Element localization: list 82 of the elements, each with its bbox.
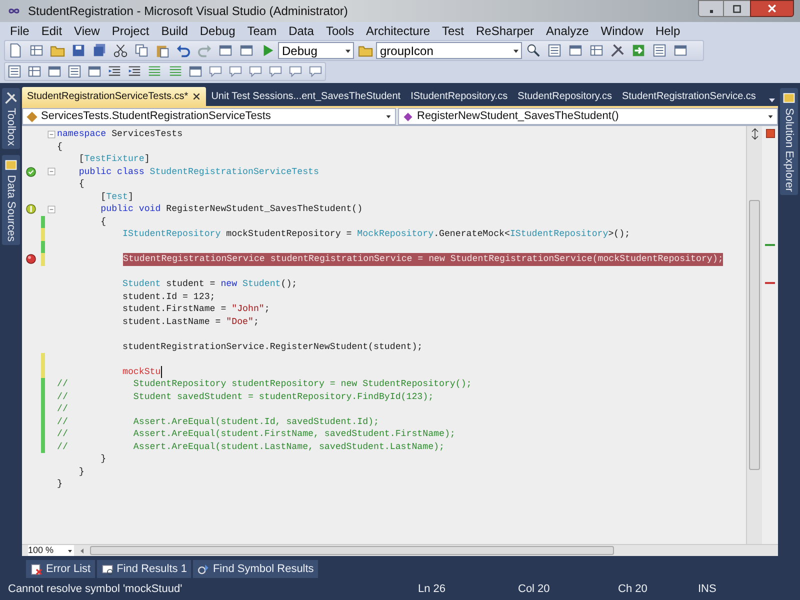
tool-window-tab[interactable]: Find Results 1 xyxy=(96,560,191,578)
scrollbar-thumb[interactable] xyxy=(90,546,614,555)
code-line: public void RegisterNewStudent_SavesTheStudent() xyxy=(100,203,363,216)
find-dropdown[interactable]: groupIcon xyxy=(376,42,522,59)
menu-item[interactable]: Build xyxy=(155,23,194,39)
menu-item[interactable]: File xyxy=(4,23,36,39)
code-line: { xyxy=(100,216,106,228)
menu-item[interactable]: Help xyxy=(649,23,686,39)
document-tab[interactable]: IStudentRepository.cs xyxy=(406,87,513,106)
error-marker xyxy=(765,282,775,284)
code-line: } xyxy=(100,453,106,466)
collapse-icon[interactable] xyxy=(47,167,56,176)
code-line: student.LastName = "Doe"; xyxy=(121,316,259,328)
scrollbar-thumb[interactable] xyxy=(749,200,760,470)
code-line: // Student savedStudent = studentRepository.FindById(123); xyxy=(57,390,434,403)
menu-item[interactable]: Architecture xyxy=(360,23,436,39)
close-icon xyxy=(192,92,202,101)
side-panel-tab[interactable]: Toolbox xyxy=(2,88,20,149)
code-line: student.FirstName = "John"; xyxy=(121,303,270,316)
menu-item[interactable]: Data xyxy=(282,23,320,39)
code-line: // xyxy=(57,403,68,416)
menu-item[interactable]: Tools xyxy=(320,23,360,39)
column-number: Col 20 xyxy=(518,582,551,597)
line-number: Ln 26 xyxy=(418,582,447,597)
code-line: [TestFixture] xyxy=(78,153,150,166)
side-panel-tab[interactable]: Solution Explorer xyxy=(780,88,798,195)
menu-item[interactable]: Window xyxy=(594,23,650,39)
tool-window-tab[interactable]: Find Symbol Results xyxy=(192,560,318,578)
document-tab[interactable]: StudentRegistrationService.cs xyxy=(616,87,761,106)
tool-window-tab[interactable]: Error List xyxy=(26,560,95,578)
code-line: } xyxy=(57,478,62,490)
error-list-icon xyxy=(30,562,43,576)
configuration-dropdown[interactable]: Debug xyxy=(278,42,354,59)
character-number: Ch 20 xyxy=(618,582,648,597)
menu-item[interactable]: Project xyxy=(106,23,156,39)
document-tab[interactable]: StudentRepository.cs xyxy=(512,87,617,106)
navigation-dropdown[interactable]: ServicesTests.StudentRegistrationServiceTests xyxy=(22,108,396,125)
minimize-button[interactable] xyxy=(698,0,724,17)
warning-marker xyxy=(765,244,775,246)
code-line: { xyxy=(78,178,84,190)
code-line: // Assert.AreEqual(student.FirstName, savedStudent.FirstName); xyxy=(57,428,456,440)
close-button[interactable] xyxy=(750,0,794,17)
code-line: public class StudentRegistrationServiceTests xyxy=(78,166,319,178)
code-line: namespace ServicesTests xyxy=(57,128,183,140)
code-line: Student student = new Student(); xyxy=(121,278,298,290)
zoom-dropdown[interactable]: 100 % xyxy=(28,545,74,556)
code-line: } xyxy=(78,466,84,478)
menu-item[interactable]: Edit xyxy=(35,23,68,39)
menu-item[interactable]: Team xyxy=(241,23,283,39)
vertical-scrollbar[interactable] xyxy=(746,126,762,544)
maximize-button[interactable] xyxy=(724,0,750,17)
collapse-icon[interactable] xyxy=(47,204,56,214)
method-icon xyxy=(402,110,414,122)
collapse-icon[interactable] xyxy=(47,130,56,139)
maximize-icon xyxy=(732,4,742,12)
error-status-icon xyxy=(764,128,776,139)
class-icon xyxy=(26,110,38,122)
menu-item[interactable]: Test xyxy=(436,23,470,39)
menu-item[interactable]: Analyze xyxy=(540,23,595,39)
code-line: [Test] xyxy=(100,190,134,203)
code-line: mockStu xyxy=(57,366,162,378)
menu-item[interactable]: Debug xyxy=(194,23,242,39)
scroll-left-icon[interactable] xyxy=(78,546,86,554)
document-tab[interactable]: StudentRegistrationServiceTests.cs* xyxy=(22,87,206,106)
side-panel-tab[interactable]: Data Sources xyxy=(2,154,20,245)
close-icon xyxy=(767,4,777,13)
code-line: // StudentRepository studentRepository = new StudentRepository(); xyxy=(57,378,472,390)
code-line: { xyxy=(57,140,62,153)
find-results-icon xyxy=(100,562,114,576)
menu-item[interactable]: View xyxy=(68,23,106,39)
window-title: StudentRegistration - Microsoft Visual Studio (Administrator) xyxy=(28,3,349,20)
find-symbol-icon xyxy=(196,562,210,576)
document-tab[interactable]: Unit Test Sessions...ent_SavesTheStudent xyxy=(206,87,406,106)
code-line: // Assert.AreEqual(student.Id, savedStudent.Id); xyxy=(57,416,379,428)
navigation-dropdown[interactable]: RegisterNewStudent_SavesTheStudent() xyxy=(398,108,778,125)
code-line: studentRegistrationService.RegisterNewStudent(student); xyxy=(121,340,423,353)
code-line: IStudentRepository mockStudentRepository = MockRepository.GenerateMock<IStudentRepository>(); xyxy=(121,228,630,240)
code-line: // Assert.AreEqual(student.LastName, savedStudent.LastName); xyxy=(57,440,444,453)
code-line: student.Id = 123; xyxy=(121,290,216,303)
status-message: Cannot resolve symbol 'mockStuud' xyxy=(8,582,184,597)
insert-mode: INS xyxy=(698,582,716,597)
menu-item[interactable]: ReSharper xyxy=(470,23,540,39)
